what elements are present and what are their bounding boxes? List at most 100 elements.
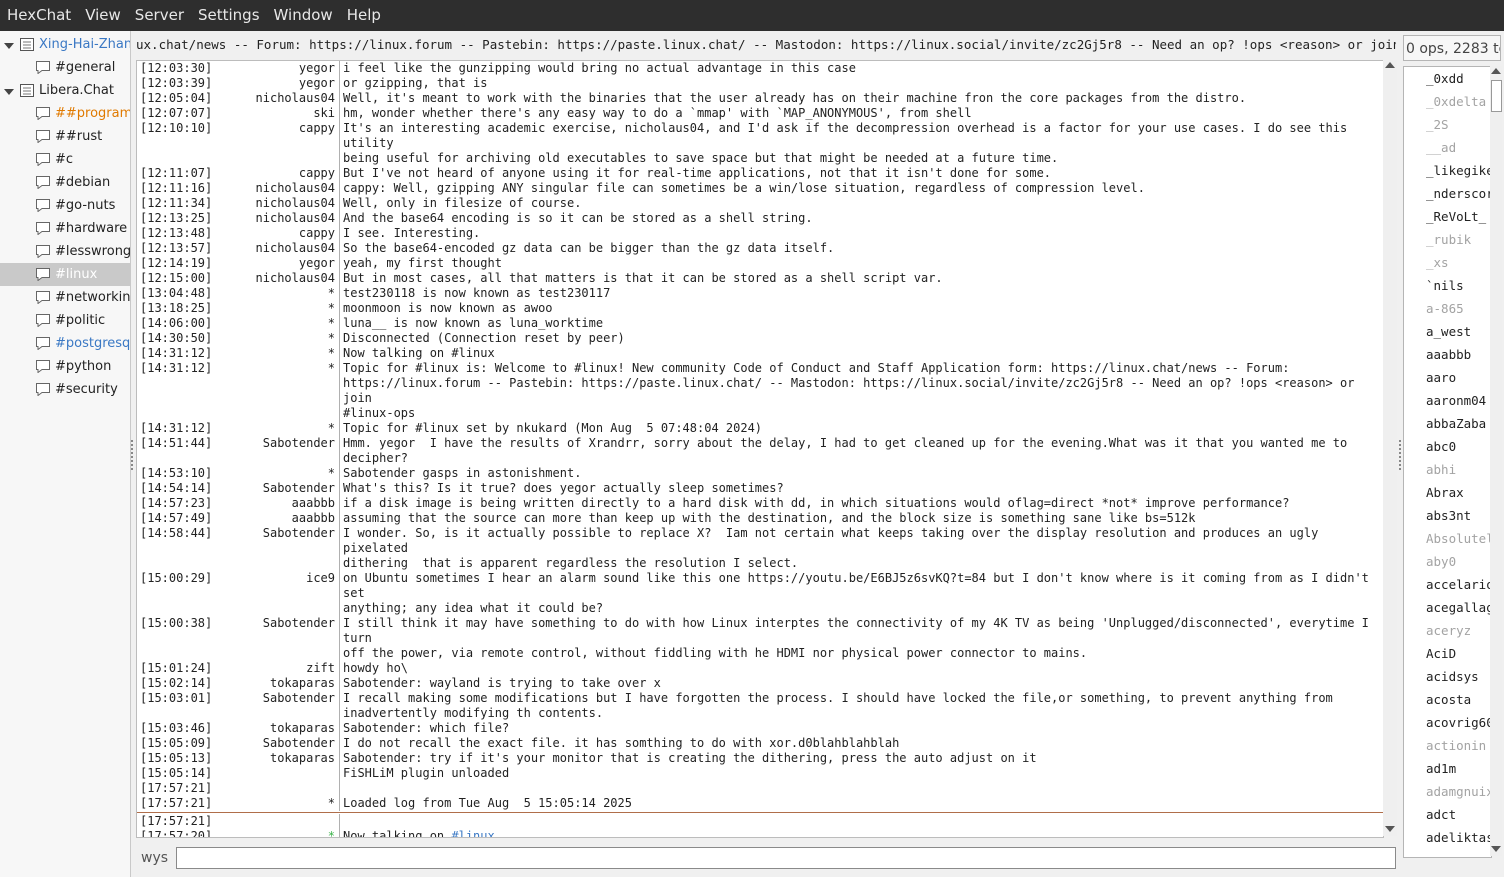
user-list-item[interactable]: adct [1404, 803, 1491, 826]
nick[interactable]: ski [212, 106, 339, 121]
nick[interactable]: * [212, 346, 339, 361]
user-list-item[interactable]: _rubik [1404, 228, 1491, 251]
nick[interactable]: Sabotender [212, 691, 339, 721]
channel-item[interactable]: #hardware [0, 217, 130, 240]
nick[interactable]: * [212, 361, 339, 421]
scroll-up-icon[interactable] [1491, 68, 1501, 74]
user-list-item[interactable]: _0xdelta [1404, 90, 1491, 113]
user-list-item[interactable]: abbaZaba [1404, 412, 1491, 435]
user-list-item[interactable]: abc0 [1404, 435, 1491, 458]
menu-server[interactable]: Server [128, 0, 191, 31]
nick[interactable] [212, 814, 339, 829]
user-list-item[interactable]: a_west [1404, 320, 1491, 343]
nick[interactable]: * [212, 466, 339, 481]
menu-hexchat[interactable]: HexChat [0, 0, 78, 31]
channel-item[interactable]: #politic [0, 309, 130, 332]
topic-bar[interactable]: ux.chat/news -- Forum: https://linux.for… [136, 34, 1396, 56]
scroll-up-icon[interactable] [1385, 62, 1395, 68]
server-item[interactable]: Libera.Chat [0, 79, 130, 102]
chat-scrollbar[interactable] [1383, 60, 1397, 836]
user-list-item[interactable]: _ReVoLt_ [1404, 205, 1491, 228]
channel-item[interactable]: #debian [0, 171, 130, 194]
server-item[interactable]: Xing-Hai-Zhan [0, 33, 130, 56]
nick[interactable]: * [212, 421, 339, 436]
scroll-down-icon[interactable] [1491, 846, 1501, 852]
user-list-item[interactable]: ad1m [1404, 757, 1491, 780]
channel-item[interactable]: #networking [0, 286, 130, 309]
nick[interactable]: tokaparas [212, 721, 339, 736]
nick[interactable]: tokaparas [212, 751, 339, 766]
user-list-item[interactable]: acegallag [1404, 596, 1491, 619]
user-list-item[interactable]: acovrig60 [1404, 711, 1491, 734]
menu-help[interactable]: Help [340, 0, 388, 31]
user-list-item[interactable]: acosta [1404, 688, 1491, 711]
pane-resize-handle[interactable] [131, 440, 135, 470]
menu-view[interactable]: View [78, 0, 128, 31]
user-list-item[interactable]: aaronm04 [1404, 389, 1491, 412]
nick[interactable]: Sabotender [212, 436, 339, 466]
nick[interactable]: yegor [212, 61, 339, 76]
user-list-item[interactable]: aby0 [1404, 550, 1491, 573]
channel-item[interactable]: #security [0, 378, 130, 401]
user-list-item[interactable]: _2S [1404, 113, 1491, 136]
user-list-item[interactable]: aaabbb [1404, 343, 1491, 366]
scroll-thumb[interactable] [1491, 80, 1502, 112]
user-list-item[interactable]: _0xdd [1404, 67, 1491, 90]
nick[interactable]: yegor [212, 256, 339, 271]
user-list-item[interactable]: _likegike [1404, 159, 1491, 182]
nick[interactable]: * [212, 796, 339, 811]
user-list-item[interactable]: _xs [1404, 251, 1491, 274]
nick[interactable]: aaabbb [212, 496, 339, 511]
channel-item[interactable]: #general [0, 56, 130, 79]
user-list-item[interactable]: abs3nt [1404, 504, 1491, 527]
channel-item[interactable]: #go-nuts [0, 194, 130, 217]
nick[interactable]: Sabotender [212, 736, 339, 751]
user-list-item[interactable]: accelario [1404, 573, 1491, 596]
user-list-item[interactable]: Absolutel [1404, 527, 1491, 550]
menu-window[interactable]: Window [267, 0, 340, 31]
user-list-item[interactable]: adeliktas [1404, 826, 1491, 849]
channel-item[interactable]: #lesswrong [0, 240, 130, 263]
channel-item[interactable]: #python [0, 355, 130, 378]
nick[interactable]: nicholaus04 [212, 211, 339, 226]
user-list-item[interactable]: aceryz [1404, 619, 1491, 642]
nick[interactable]: cappy [212, 226, 339, 241]
message-input[interactable] [176, 847, 1396, 869]
expander-icon[interactable] [4, 40, 14, 50]
nick[interactable]: nicholaus04 [212, 181, 339, 196]
nick[interactable]: nicholaus04 [212, 241, 339, 256]
nick[interactable]: * [212, 316, 339, 331]
user-list-item[interactable]: Abrax [1404, 481, 1491, 504]
user-list-item[interactable]: abhi [1404, 458, 1491, 481]
channel-item[interactable]: #postgresql [0, 332, 130, 355]
nick[interactable]: * [212, 286, 339, 301]
expander-icon[interactable] [4, 86, 14, 96]
user-list-item[interactable]: `nils [1404, 274, 1491, 297]
nick-button[interactable]: wys [141, 850, 168, 866]
user-list-item[interactable]: adamgnuix [1404, 780, 1491, 803]
nick[interactable]: aaabbb [212, 511, 339, 526]
channel-item[interactable]: ##rust [0, 125, 130, 148]
nick[interactable]: zift [212, 661, 339, 676]
user-list-item[interactable]: acidsys [1404, 665, 1491, 688]
user-list-item[interactable]: actionin [1404, 734, 1491, 757]
nick[interactable]: tokaparas [212, 676, 339, 691]
nick[interactable]: nicholaus04 [212, 271, 339, 286]
nick[interactable]: Sabotender [212, 481, 339, 496]
user-list-item[interactable]: _nderscor [1404, 182, 1491, 205]
nick[interactable]: cappy [212, 166, 339, 181]
user-list-item[interactable]: __ad [1404, 136, 1491, 159]
menu-settings[interactable]: Settings [191, 0, 267, 31]
nick[interactable]: nicholaus04 [212, 91, 339, 106]
nick[interactable]: * [212, 829, 339, 837]
nick[interactable] [212, 781, 339, 796]
user-list-item[interactable]: a-865 [1404, 297, 1491, 320]
user-list-item[interactable]: AciD [1404, 642, 1491, 665]
channel-item[interactable]: #c [0, 148, 130, 171]
channel-item[interactable]: #linux [0, 263, 130, 286]
nick[interactable] [212, 766, 339, 781]
nick[interactable]: cappy [212, 121, 339, 166]
nick[interactable]: * [212, 331, 339, 346]
channel-item[interactable]: ##programming [0, 102, 130, 125]
user-list-item[interactable]: aaro [1404, 366, 1491, 389]
